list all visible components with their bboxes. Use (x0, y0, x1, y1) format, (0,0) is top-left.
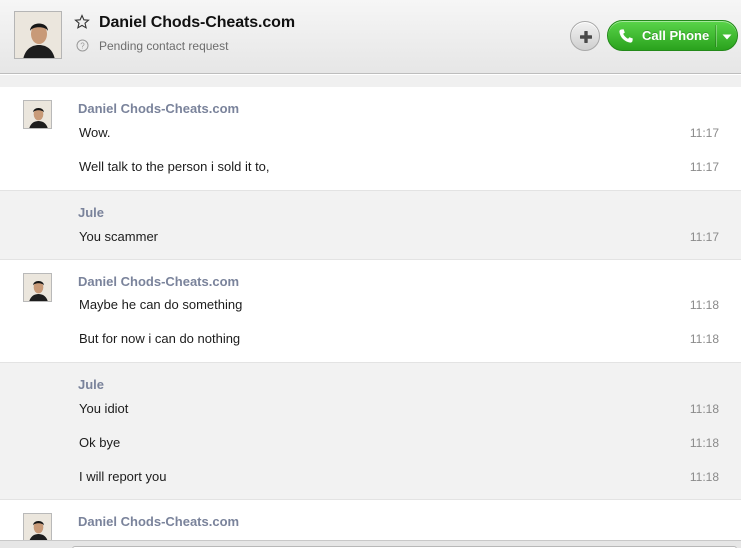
message-group: Daniel Chods-Cheats.com Wow. 11:17 Well … (0, 87, 741, 191)
message-timestamp: 11:17 (689, 126, 719, 140)
message-group: Jule You idiot 11:18 Ok bye 11:18 I will… (0, 363, 741, 500)
message-text: You scammer (79, 229, 158, 244)
svg-text:?: ? (80, 42, 85, 51)
message-text: I will report you (79, 469, 167, 484)
call-button-divider (715, 25, 716, 47)
message-text: Well talk to the person i sold it to, (79, 159, 270, 174)
message-text: Maybe he can do something (79, 297, 243, 312)
contact-name: Daniel Chods-Cheats.com (99, 14, 295, 31)
message-group: Daniel Chods-Cheats.com Maybe he can do … (0, 260, 741, 363)
plus-icon (580, 31, 592, 43)
sender-name[interactable]: Jule (78, 205, 104, 220)
star-icon[interactable] (74, 14, 90, 30)
sender-name[interactable]: Daniel Chods-Cheats.com (78, 274, 239, 289)
message-timestamp: 11:18 (689, 402, 719, 416)
chevron-down-icon (722, 34, 732, 40)
pending-request-icon: ? (76, 39, 89, 52)
message-history[interactable]: Daniel Chods-Cheats.com Wow. 11:17 Well … (0, 75, 741, 548)
message-group: Jule You scammer 11:17 (0, 191, 741, 260)
history-top-spacer (0, 75, 741, 87)
sender-name[interactable]: Daniel Chods-Cheats.com (78, 101, 239, 116)
message-row[interactable]: But for now i can do nothing 11:18 (0, 331, 741, 351)
message-timestamp: 11:18 (689, 298, 719, 312)
message-timestamp: 11:18 (689, 470, 719, 484)
message-text: But for now i can do nothing (79, 331, 241, 346)
message-row[interactable]: Ok bye 11:18 (0, 435, 741, 455)
sender-name[interactable]: Daniel Chods-Cheats.com (78, 514, 239, 529)
call-options-dropdown[interactable] (718, 25, 736, 47)
message-row[interactable]: I will report you 11:18 (0, 469, 741, 489)
phone-icon (618, 28, 634, 44)
message-composer (0, 540, 741, 548)
message-timestamp: 11:18 (689, 332, 719, 346)
message-text: Wow. (79, 125, 111, 140)
sender-name[interactable]: Jule (78, 377, 104, 392)
message-row[interactable]: Maybe he can do something 11:18 (0, 297, 741, 317)
contact-status: Pending contact request (99, 39, 229, 53)
message-timestamp: 11:18 (689, 436, 719, 450)
message-row[interactable]: Well talk to the person i sold it to, 11… (0, 159, 741, 179)
message-timestamp: 11:17 (689, 230, 719, 244)
message-row[interactable]: Wow. 11:17 (0, 125, 741, 145)
sender-avatar[interactable] (23, 513, 52, 542)
call-phone-button[interactable]: Call Phone (607, 20, 738, 51)
conversation-header: Daniel Chods-Cheats.com ? Pending contac… (0, 0, 741, 74)
message-text: You idiot (79, 401, 129, 416)
message-row[interactable]: You idiot 11:18 (0, 401, 741, 421)
message-row[interactable]: You scammer 11:17 (0, 229, 741, 249)
message-text: Ok bye (79, 435, 121, 450)
contact-avatar[interactable] (14, 11, 62, 59)
call-phone-label: Call Phone (642, 28, 710, 43)
message-timestamp: 11:17 (689, 160, 719, 174)
add-button[interactable] (570, 21, 600, 51)
